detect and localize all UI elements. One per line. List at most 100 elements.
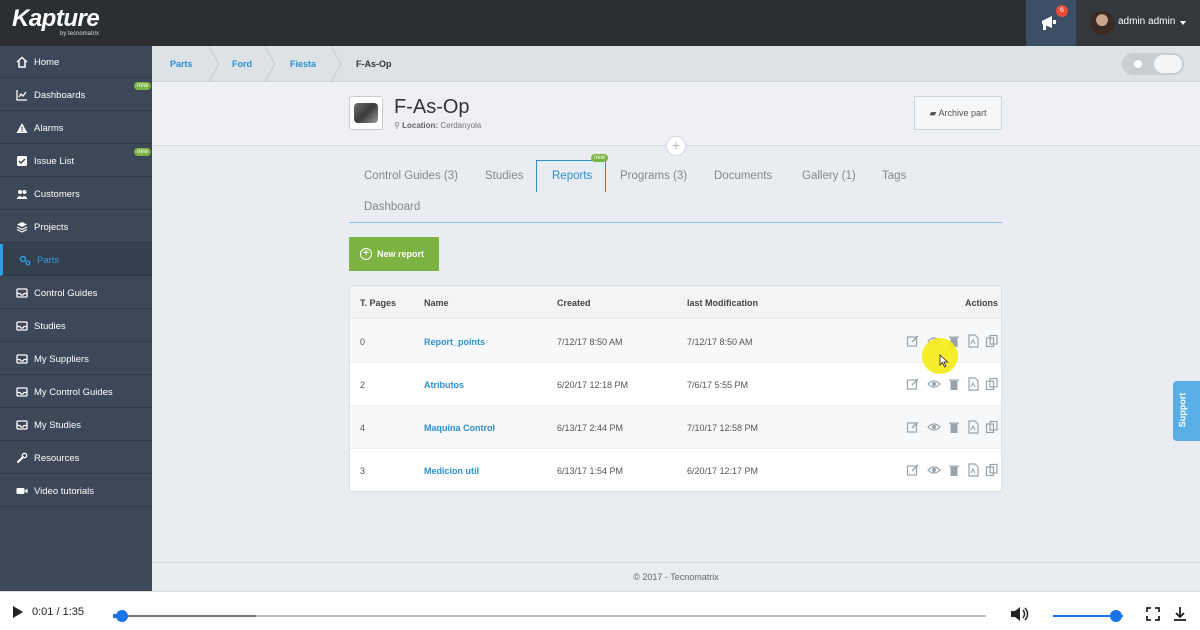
- new-report-button[interactable]: + New report: [349, 237, 439, 271]
- copy-icon[interactable]: [985, 463, 999, 477]
- pages-cell: 2: [360, 380, 366, 390]
- download-icon[interactable]: [1173, 606, 1187, 622]
- pdf-icon[interactable]: [966, 463, 980, 477]
- sidebar-item-control-guides[interactable]: Control Guides: [0, 277, 152, 309]
- notification-toggle[interactable]: [1122, 53, 1184, 75]
- pdf-icon[interactable]: [966, 420, 980, 434]
- report-name-link[interactable]: Atributos: [424, 380, 464, 390]
- part-location: ⚲ Location: Cerdanyola: [394, 121, 481, 130]
- sidebar-item-my-suppliers[interactable]: My Suppliers: [0, 343, 152, 375]
- pdf-icon[interactable]: [966, 377, 980, 391]
- toggle-knob: [1154, 55, 1182, 73]
- user-menu[interactable]: admin admin: [1076, 0, 1200, 46]
- column-header[interactable]: last Modification: [687, 298, 758, 308]
- eye-icon[interactable]: [927, 377, 941, 391]
- new-report-label: New report: [377, 249, 425, 259]
- volume-handle[interactable]: [1110, 610, 1122, 622]
- tab-reports[interactable]: Reports: [552, 170, 592, 182]
- tab-control-guides[interactable]: Control Guides (3): [364, 170, 458, 182]
- trash-icon[interactable]: [947, 463, 961, 477]
- sidebar-item-studies[interactable]: Studies: [0, 310, 152, 342]
- column-header[interactable]: Created: [557, 298, 591, 308]
- modified-cell: 7/10/17 12:58 PM: [687, 423, 759, 433]
- tab-dashboard[interactable]: Dashboard: [364, 201, 420, 213]
- trash-icon[interactable]: [947, 420, 961, 434]
- video-progress-slider[interactable]: [113, 610, 986, 622]
- column-header[interactable]: Name: [424, 298, 449, 308]
- sidebar-item-label: My Control Guides: [34, 387, 113, 398]
- report-name-link[interactable]: Maquina Control: [424, 423, 495, 433]
- breadcrumb-fiesta[interactable]: Fiesta: [290, 46, 316, 82]
- edit-icon[interactable]: [906, 334, 920, 348]
- edit-icon[interactable]: [906, 377, 920, 391]
- part-thumbnail[interactable]: [349, 96, 383, 130]
- bullhorn-icon: [1042, 16, 1056, 30]
- archive-part-button[interactable]: ▰ Archive part: [914, 96, 1002, 130]
- eye-icon[interactable]: [927, 463, 941, 477]
- tab-gallery[interactable]: Gallery (1): [802, 170, 856, 182]
- sidebar-item-video-tutorials[interactable]: Video tutorials: [0, 475, 152, 507]
- tab-programs[interactable]: Programs (3): [620, 170, 687, 182]
- sidebar-item-label: Parts: [37, 255, 60, 266]
- sidebar-item-home[interactable]: Home: [0, 46, 152, 78]
- column-header[interactable]: T. Pages: [360, 298, 396, 308]
- play-icon[interactable]: [12, 605, 24, 619]
- tab-documents[interactable]: Documents: [714, 170, 772, 182]
- pages-cell: 0: [360, 337, 366, 347]
- sidebar-item-label: Projects: [34, 222, 69, 233]
- new-badge: new: [591, 154, 609, 162]
- kapture-logo[interactable]: Kapture by tecnomatrix: [12, 7, 100, 38]
- breadcrumb-ford[interactable]: Ford: [232, 46, 252, 82]
- copy-icon[interactable]: [985, 377, 999, 391]
- tab-tags[interactable]: Tags: [882, 170, 906, 182]
- pdf-icon[interactable]: [966, 334, 980, 348]
- created-cell: 6/13/17 2:44 PM: [557, 423, 624, 433]
- gears-icon: [19, 255, 31, 266]
- sidebar-item-my-control-guides[interactable]: My Control Guides: [0, 376, 152, 408]
- progress-handle[interactable]: [115, 610, 128, 622]
- fullscreen-icon[interactable]: [1146, 607, 1160, 621]
- copy-icon[interactable]: [985, 334, 999, 348]
- sidebar-item-parts[interactable]: Parts: [0, 244, 152, 276]
- sidebar-item-alarms[interactable]: Alarms: [0, 112, 152, 144]
- sidebar-item-label: Control Guides: [34, 288, 98, 299]
- eye-icon[interactable]: [927, 420, 941, 434]
- sidebar-item-projects[interactable]: Projects: [0, 211, 152, 243]
- sidebar-item-resources[interactable]: Resources: [0, 442, 152, 474]
- reports-table: T. Pages Name Created last Modification …: [349, 285, 1002, 492]
- table-row: 3 Medicion util 6/13/17 1:54 PM 6/20/17 …: [350, 449, 1001, 492]
- new-badge: new: [134, 148, 152, 156]
- sidebar-item-dashboards[interactable]: Dashboards new: [0, 79, 152, 111]
- sidebar-item-label: Studies: [34, 321, 66, 332]
- sidebar-item-customers[interactable]: Customers: [0, 178, 152, 210]
- tab-studies[interactable]: Studies: [485, 170, 523, 182]
- chevron-right-icon: [330, 46, 342, 82]
- created-cell: 7/12/17 8:50 AM: [557, 337, 623, 347]
- volume-slider[interactable]: [1053, 610, 1123, 622]
- footer: © 2017 - Tecnomatrix: [152, 562, 1200, 591]
- copy-icon[interactable]: [985, 420, 999, 434]
- notifications-button[interactable]: 6: [1026, 0, 1076, 46]
- sidebar-item-issue-list[interactable]: Issue List new: [0, 145, 152, 177]
- location-value: Cerdanyola: [440, 121, 482, 130]
- pages-cell: 4: [360, 423, 366, 433]
- expand-plus-button[interactable]: +: [666, 136, 686, 156]
- edit-icon[interactable]: [906, 463, 920, 477]
- volume-icon[interactable]: [1010, 606, 1030, 622]
- breadcrumb-parts[interactable]: Parts: [170, 46, 193, 82]
- created-cell: 6/20/17 12:18 PM: [557, 380, 629, 390]
- support-label: Support: [1177, 392, 1188, 428]
- sidebar-item-label: Resources: [34, 453, 80, 464]
- top-bar: Kapture by tecnomatrix 6 admin admin: [0, 0, 1200, 46]
- location-label: Location:: [402, 121, 439, 130]
- edit-icon[interactable]: [906, 420, 920, 434]
- report-name-link[interactable]: Report_points: [424, 337, 485, 347]
- support-tab[interactable]: Support: [1173, 381, 1200, 441]
- user-name: admin admin: [1118, 16, 1176, 27]
- sidebar-item-my-studies[interactable]: My Studies: [0, 409, 152, 441]
- trash-icon[interactable]: [947, 377, 961, 391]
- inbox-icon: [16, 420, 28, 430]
- report-name-link[interactable]: Medicion util: [424, 466, 479, 476]
- part-header: F-As-Op ⚲ Location: Cerdanyola ▰ Archive…: [152, 82, 1200, 156]
- users-icon: [16, 190, 28, 199]
